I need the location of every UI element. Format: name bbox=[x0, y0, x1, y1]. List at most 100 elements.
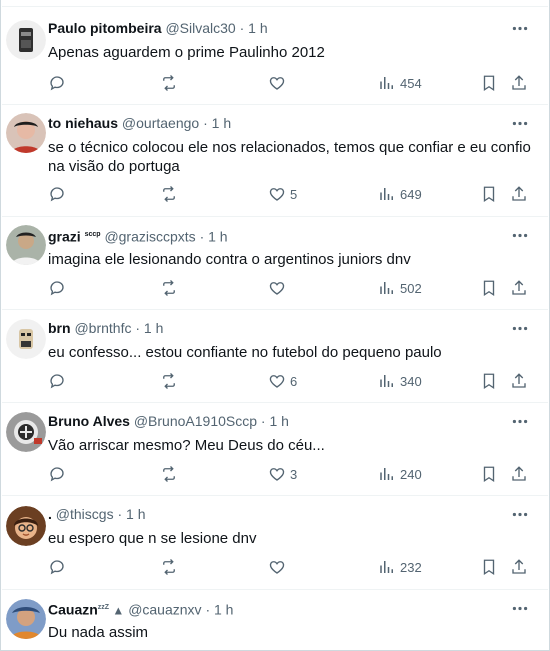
retweet-button[interactable] bbox=[160, 371, 178, 391]
tweet[interactable]: . @thiscgs · 1 h eu espero que n se lesi… bbox=[2, 496, 548, 590]
avatar[interactable] bbox=[6, 113, 46, 153]
reply-button[interactable] bbox=[48, 73, 66, 93]
retweet-button[interactable] bbox=[160, 464, 178, 484]
tweet[interactable]: Paulo pitombeira @Silvalc30 · 1 h Apenas… bbox=[2, 10, 548, 105]
tweet-header: Paulo pitombeira @Silvalc30 · 1 h bbox=[48, 19, 268, 37]
share-button[interactable] bbox=[510, 184, 528, 204]
tweet-actions: 502 bbox=[48, 278, 530, 298]
display-name[interactable]: to niehaus bbox=[48, 115, 118, 131]
views-icon bbox=[380, 77, 393, 89]
views-button[interactable]: 240 bbox=[378, 464, 422, 484]
handle[interactable]: @grazisccpxts bbox=[104, 229, 195, 245]
share-button[interactable] bbox=[510, 73, 528, 93]
heart-icon bbox=[269, 561, 285, 574]
timestamp[interactable]: 1 h bbox=[248, 20, 267, 36]
tweet-header: to niehaus @ourtaengo · 1 h bbox=[48, 114, 231, 132]
views-icon bbox=[380, 561, 393, 573]
retweet-button[interactable] bbox=[160, 184, 178, 204]
more-icon[interactable] bbox=[510, 506, 530, 522]
reply-button[interactable] bbox=[48, 557, 66, 577]
bookmark-icon bbox=[483, 280, 495, 297]
reply-button[interactable] bbox=[48, 278, 66, 298]
like-button[interactable] bbox=[268, 278, 290, 298]
tweet-text: eu espero que n se lesione dnv bbox=[48, 530, 257, 547]
tweet[interactable]: Bruno Alves @BrunoA1910Sccp · 1 h Vão ar… bbox=[2, 403, 548, 496]
views-button[interactable]: 232 bbox=[378, 557, 422, 577]
share-button[interactable] bbox=[510, 557, 528, 577]
display-name[interactable]: brn bbox=[48, 320, 71, 336]
views-button[interactable]: 454 bbox=[378, 73, 422, 93]
views-button[interactable]: 340 bbox=[378, 371, 422, 391]
reply-button[interactable] bbox=[48, 184, 66, 204]
avatar[interactable] bbox=[6, 599, 46, 639]
more-icon[interactable] bbox=[510, 413, 530, 429]
like-button[interactable]: 3 bbox=[268, 464, 297, 484]
more-icon[interactable] bbox=[510, 115, 530, 131]
retweet-button[interactable] bbox=[160, 278, 178, 298]
more-icon[interactable] bbox=[510, 320, 530, 336]
reply-icon bbox=[50, 467, 64, 482]
bookmark-icon bbox=[483, 373, 495, 390]
bookmark-button[interactable] bbox=[480, 73, 498, 93]
handle[interactable]: @thiscgs bbox=[56, 506, 114, 522]
bookmark-button[interactable] bbox=[480, 557, 498, 577]
heart-icon bbox=[269, 188, 285, 201]
reply-button[interactable] bbox=[48, 464, 66, 484]
share-button[interactable] bbox=[510, 278, 528, 298]
tweet-text: Vão arriscar mesmo? Meu Deus do céu... bbox=[48, 437, 325, 454]
handle[interactable]: @brnthfc bbox=[74, 320, 131, 336]
heart-icon bbox=[269, 77, 285, 90]
like-button[interactable]: 5 bbox=[268, 184, 297, 204]
display-name[interactable]: Paulo pitombeira bbox=[48, 20, 162, 36]
bookmark-icon bbox=[483, 186, 495, 203]
share-button[interactable] bbox=[510, 371, 528, 391]
tweet[interactable]: grazi sccp @grazisccpxts · 1 h imagina e… bbox=[2, 217, 548, 310]
tweet[interactable]: to niehaus @ourtaengo · 1 h se o técnico… bbox=[2, 105, 548, 217]
display-name[interactable]: Bruno Alves bbox=[48, 413, 130, 429]
display-name[interactable]: . bbox=[48, 506, 52, 522]
handle[interactable]: @Silvalc30 bbox=[165, 20, 235, 36]
separator-dot: · bbox=[205, 601, 211, 618]
retweet-button[interactable] bbox=[160, 73, 178, 93]
avatar[interactable] bbox=[6, 412, 46, 452]
bookmark-icon bbox=[483, 559, 495, 576]
view-count: 240 bbox=[400, 466, 422, 482]
more-icon[interactable] bbox=[510, 227, 530, 243]
views-button[interactable]: 649 bbox=[378, 184, 422, 204]
display-name[interactable]: grazi bbox=[48, 229, 81, 245]
views-button[interactable]: 502 bbox=[378, 278, 422, 298]
more-icon[interactable] bbox=[510, 20, 530, 36]
reply-icon bbox=[50, 560, 64, 575]
handle[interactable]: @BrunoA1910Sccp bbox=[134, 413, 257, 429]
like-button[interactable] bbox=[268, 557, 290, 577]
reply-button[interactable] bbox=[48, 371, 66, 391]
like-button[interactable]: 6 bbox=[268, 371, 297, 391]
avatar[interactable] bbox=[6, 319, 46, 359]
timestamp[interactable]: 1 h bbox=[269, 413, 288, 429]
like-button[interactable] bbox=[268, 73, 290, 93]
share-button[interactable] bbox=[510, 464, 528, 484]
handle[interactable]: @cauaznxv bbox=[128, 602, 201, 618]
like-count: 6 bbox=[290, 373, 298, 389]
avatar[interactable] bbox=[6, 225, 46, 265]
tweet[interactable]: CauaznzzZ ▲ @cauaznxv · 1 h Du nada assi… bbox=[2, 590, 548, 650]
bookmark-button[interactable] bbox=[480, 278, 498, 298]
separator-dot: · bbox=[203, 115, 208, 131]
views-icon bbox=[380, 282, 393, 294]
tweet[interactable]: brn @brnthfc · 1 h eu confesso... estou … bbox=[2, 310, 548, 403]
timestamp[interactable]: 1 h bbox=[126, 506, 145, 522]
retweet-icon bbox=[163, 280, 175, 296]
timestamp[interactable]: 1 h bbox=[144, 320, 163, 336]
timestamp[interactable]: 1 h bbox=[208, 229, 227, 245]
retweet-button[interactable] bbox=[160, 557, 178, 577]
bookmark-button[interactable] bbox=[480, 371, 498, 391]
handle[interactable]: @ourtaengo bbox=[122, 115, 199, 131]
more-icon[interactable] bbox=[510, 600, 530, 616]
avatar[interactable] bbox=[6, 506, 46, 546]
timestamp[interactable]: 1 h bbox=[212, 115, 231, 131]
timestamp[interactable]: 1 h bbox=[214, 602, 233, 618]
bookmark-button[interactable] bbox=[480, 184, 498, 204]
display-name[interactable]: Cauazn bbox=[48, 602, 98, 618]
avatar[interactable] bbox=[6, 20, 46, 60]
bookmark-button[interactable] bbox=[480, 464, 498, 484]
